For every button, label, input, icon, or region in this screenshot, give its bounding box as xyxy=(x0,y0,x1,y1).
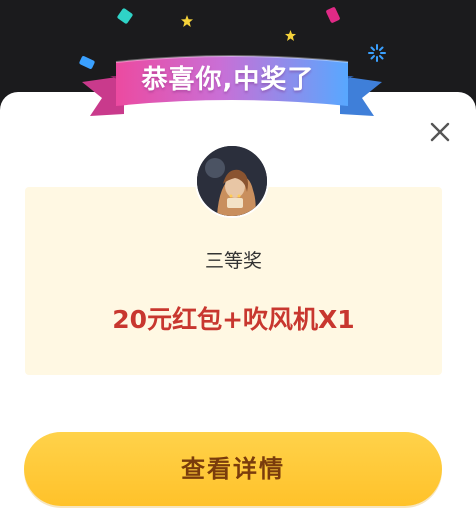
star-icon xyxy=(181,12,193,27)
prize-name: 20元红包+吹风机X1 xyxy=(112,305,355,334)
dialog-title: 恭喜你,中奖了 xyxy=(141,65,315,95)
star-icon xyxy=(285,26,296,41)
close-icon xyxy=(430,122,450,142)
close-button[interactable] xyxy=(425,117,455,147)
avatar xyxy=(195,144,269,218)
view-details-button[interactable]: 查看详情 xyxy=(24,432,442,506)
prize-tier: 三等奖 xyxy=(204,250,262,272)
